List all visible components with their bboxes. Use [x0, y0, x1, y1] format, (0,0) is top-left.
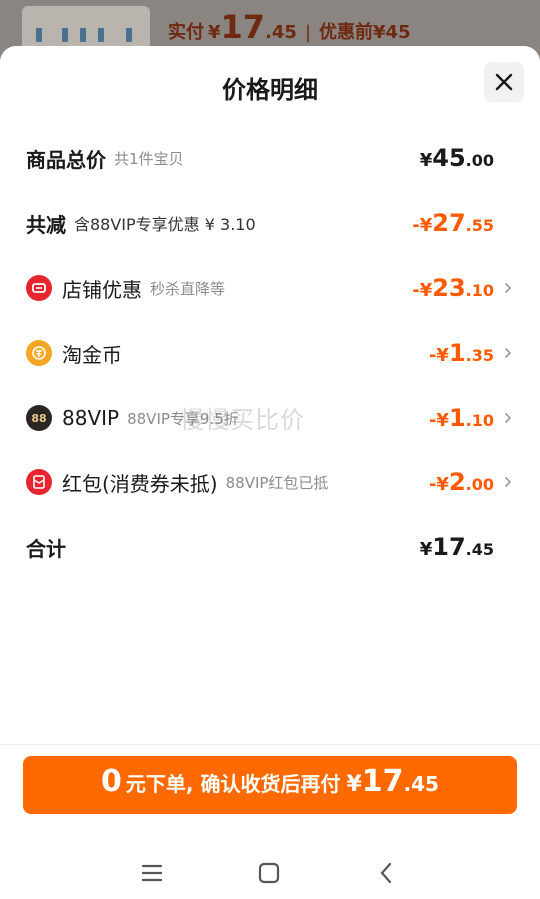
row-sum: 合计 ¥ 17 .45 [26, 527, 514, 567]
shop-discount-label: 店铺优惠 [62, 277, 142, 302]
amount-dec: .00 [465, 475, 494, 494]
amount-int: 1 [448, 404, 466, 432]
amount-int: 45 [432, 144, 466, 172]
reduction-amount: -¥ 27 .55 [412, 209, 494, 237]
home-icon[interactable] [254, 858, 284, 888]
reduction-sub: 含88VIP专享优惠 ¥ 3.10 [74, 215, 256, 234]
paid-dec: .45 [265, 22, 297, 43]
red-packet-icon [26, 469, 52, 495]
amount-dec: .10 [465, 281, 494, 300]
total-price-label: 商品总价 [26, 147, 106, 172]
row-shop-discount[interactable]: 店铺优惠 秒杀直降等 -¥ 23 .10 [26, 268, 514, 308]
amount-prefix: -¥ [412, 280, 433, 301]
close-button[interactable] [484, 62, 524, 102]
background-price-line: 实付 ¥ 17 .45 | 优惠前 ¥45 [168, 8, 411, 46]
amount-prefix: -¥ [428, 410, 449, 431]
cta-dec: .45 [403, 772, 439, 796]
cta-zero: 0 [101, 764, 122, 799]
close-icon [495, 73, 513, 91]
amount-int: 2 [448, 468, 466, 496]
amount-int: 27 [432, 209, 466, 237]
red-packet-sub: 88VIP红包已抵 [225, 473, 329, 492]
shop-discount-amount: -¥ 23 .10 [412, 274, 494, 302]
chevron-right-icon [502, 474, 514, 490]
amount-prefix: ¥ [419, 539, 433, 560]
amount-dec: .10 [465, 411, 494, 430]
shop-coupon-icon [26, 275, 52, 301]
amount-int: 1 [448, 339, 466, 367]
total-price-sub: 共1件宝贝 [114, 149, 184, 168]
row-total-price: 商品总价 共1件宝贝 ¥ 45 .00 [26, 138, 514, 178]
shop-discount-sub: 秒杀直降等 [150, 279, 226, 298]
amount-dec: .45 [465, 540, 494, 559]
chevron-right-icon [502, 345, 514, 361]
cta-text: 元下单, 确认收货后再付 [125, 772, 341, 796]
row-gold-coin[interactable]: 淘金币 -¥ 1 .35 [26, 333, 514, 373]
vip-amount: -¥ 1 .10 [429, 404, 494, 432]
gold-coin-icon [26, 340, 52, 366]
sheet-title: 价格明细 [222, 76, 318, 104]
chevron-right-icon [502, 410, 514, 426]
system-navbar [0, 846, 540, 899]
vip-label: 88VIP [62, 406, 120, 430]
sum-label: 合计 [26, 536, 66, 561]
back-icon[interactable] [371, 858, 401, 888]
red-packet-label: 红包(消费券未抵) [62, 471, 218, 496]
footer-divider [0, 744, 540, 745]
paid-currency: ¥ [208, 22, 221, 43]
amount-int: 23 [432, 274, 466, 302]
amount-prefix: ¥ [419, 150, 433, 171]
total-price-amount: ¥ 45 .00 [420, 144, 494, 172]
red-packet-amount: -¥ 2 .00 [429, 468, 494, 496]
chevron-right-icon [502, 280, 514, 296]
row-red-packet[interactable]: 红包(消费券未抵) 88VIP红包已抵 -¥ 2 .00 [26, 462, 514, 502]
gold-coin-label: 淘金币 [62, 342, 122, 367]
amount-dec: .55 [465, 216, 494, 235]
reduction-label: 共减 [26, 212, 66, 237]
cta-currency: ¥ [346, 772, 362, 797]
price-separator: | [304, 22, 312, 43]
amount-dec: .00 [465, 151, 494, 170]
amount-prefix: -¥ [428, 474, 449, 495]
cta-int: 17 [361, 764, 404, 799]
amount-int: 17 [432, 533, 466, 561]
vip-88-icon: 88 [26, 405, 52, 431]
row-total-reduction: 共减 含88VIP专享优惠 ¥ 3.10 -¥ 27 .55 [26, 203, 514, 243]
amount-dec: .35 [465, 346, 494, 365]
amount-prefix: -¥ [412, 215, 433, 236]
watermark: 慢慢买比价 [180, 406, 305, 434]
sum-amount: ¥ 17 .45 [420, 533, 494, 561]
gold-coin-amount: -¥ 1 .35 [429, 339, 494, 367]
original-label: 优惠前 [319, 22, 374, 43]
place-order-button[interactable]: 0 元下单, 确认收货后再付 ¥ 17 .45 [23, 756, 517, 814]
vip-icon-text: 88 [31, 411, 47, 425]
original-price: ¥45 [373, 22, 411, 43]
menu-icon[interactable] [137, 858, 167, 888]
paid-label: 实付 [168, 22, 204, 43]
price-detail-sheet: 价格明细 商品总价 共1件宝贝 ¥ 45 .00 共减 含88VIP专享优惠 ¥… [0, 46, 540, 899]
paid-int: 17 [220, 8, 266, 46]
amount-prefix: -¥ [428, 345, 449, 366]
